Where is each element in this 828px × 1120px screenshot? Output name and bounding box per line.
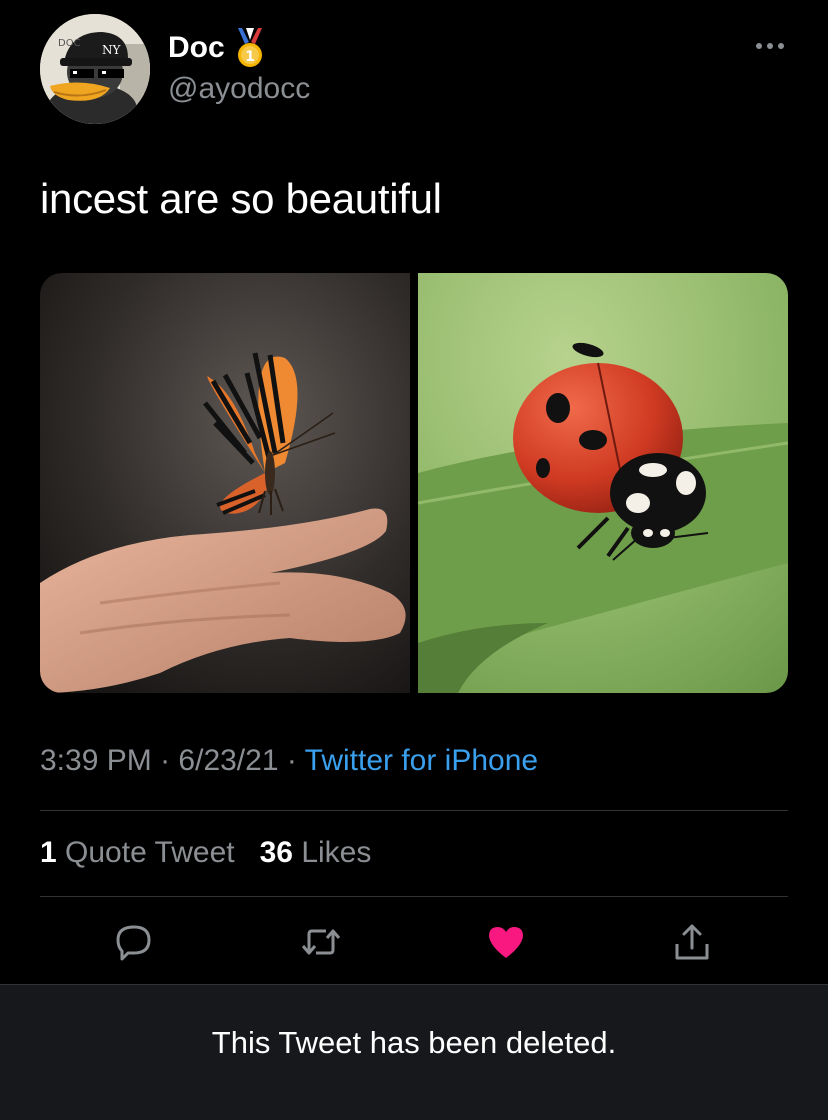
tweet-text: incest are so beautiful: [40, 175, 442, 222]
divider: [40, 896, 788, 897]
tweet-stats: 1 Quote Tweet 36 Likes: [40, 836, 371, 870]
avatar-cap-logo: NY: [102, 43, 122, 57]
svg-text:1: 1: [245, 49, 255, 65]
first-place-medal-icon: 1: [235, 28, 265, 68]
meta-separator: ·: [286, 744, 297, 777]
display-name[interactable]: Doc: [168, 31, 225, 65]
avatar-logo-text: DOC: [58, 38, 81, 49]
more-options-icon[interactable]: [754, 38, 786, 54]
quote-tweets-stat[interactable]: 1 Quote Tweet: [40, 836, 235, 869]
avatar-image: NY DOC: [40, 14, 150, 124]
avatar[interactable]: NY DOC: [40, 14, 150, 124]
quote-count: 1: [40, 836, 57, 869]
tweet-source-link[interactable]: Twitter for iPhone: [305, 744, 538, 777]
share-icon[interactable]: [672, 922, 712, 962]
like-label: Likes: [301, 836, 372, 869]
heart-icon[interactable]: [486, 922, 526, 962]
media-image-butterfly[interactable]: [40, 273, 410, 693]
quote-label: Quote Tweet: [65, 836, 235, 869]
deleted-tweet-banner: This Tweet has been deleted.: [0, 984, 828, 1120]
deleted-tweet-text: This Tweet has been deleted.: [211, 1025, 617, 1060]
likes-stat[interactable]: 36 Likes: [260, 836, 372, 869]
handle[interactable]: @ayodocc: [168, 72, 310, 106]
tweet-date: 6/23/21: [178, 744, 279, 777]
tweet-meta: 3:39 PM · 6/23/21 · Twitter for iPhone: [40, 744, 538, 778]
meta-separator: ·: [160, 744, 171, 777]
media-image-ladybug[interactable]: [418, 273, 788, 693]
tweet-time: 3:39 PM: [40, 744, 152, 777]
tweet-media: [40, 273, 788, 693]
like-count: 36: [259, 836, 293, 869]
retweet-icon[interactable]: [300, 922, 341, 962]
divider: [40, 810, 788, 811]
author-name-row[interactable]: Doc 1: [168, 28, 265, 68]
reply-icon[interactable]: [114, 922, 154, 962]
